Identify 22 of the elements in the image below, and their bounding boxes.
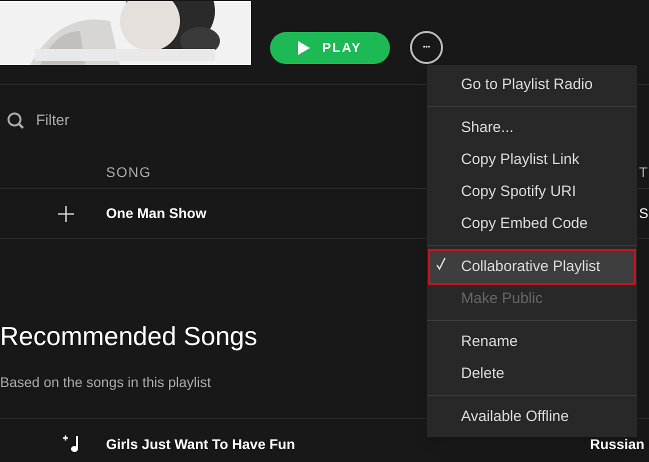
add-icon[interactable] (58, 206, 74, 222)
column-header: SONG (106, 163, 152, 182)
song-title: One Man Show (106, 204, 206, 223)
column-header: T (639, 163, 648, 182)
section-title: Recommended Songs (0, 320, 258, 353)
table-cell-text: Russian (590, 434, 644, 454)
menu-item[interactable]: Delete (430, 358, 634, 390)
search-icon (7, 112, 25, 130)
menu-item[interactable]: Copy Playlist Link (430, 144, 634, 176)
menu-item[interactable]: Copy Spotify URI (430, 176, 634, 208)
menu-item[interactable]: Go to Playlist Radio (430, 69, 634, 101)
song-title: Girls Just Want To Have Fun (106, 434, 296, 454)
menu-item[interactable]: Available Offline (430, 401, 634, 433)
table-cell-text: S (639, 204, 648, 223)
filter-field[interactable]: Filter (36, 110, 236, 132)
menu-item[interactable]: Share... (430, 112, 634, 144)
menu-item[interactable]: Rename (430, 326, 634, 358)
menu-item[interactable]: Collaborative Playlist (430, 251, 634, 283)
section-subtitle: Based on the songs in this playlist (0, 373, 211, 392)
menu-item[interactable]: Copy Embed Code (430, 208, 634, 240)
play-icon (298, 41, 310, 55)
add-song-icon[interactable] (63, 435, 81, 453)
